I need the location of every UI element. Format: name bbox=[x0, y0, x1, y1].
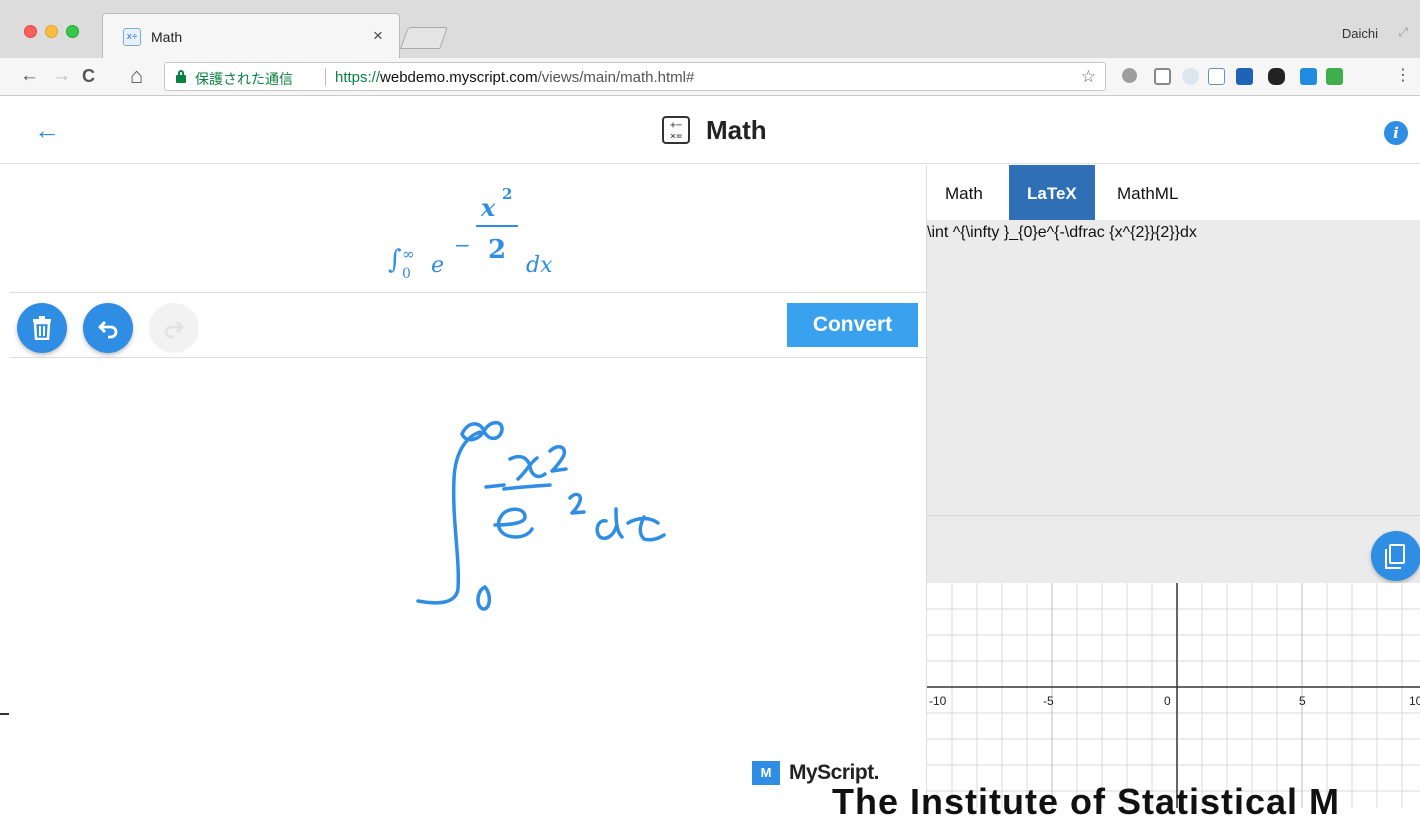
undo-icon bbox=[96, 320, 120, 345]
page-title: Math bbox=[706, 115, 767, 145]
graph-grid bbox=[927, 583, 1420, 808]
back-icon[interactable]: ← bbox=[20, 65, 39, 87]
redo-icon bbox=[162, 320, 186, 345]
x-tick-label: -10 bbox=[929, 694, 947, 708]
maximize-window-button[interactable] bbox=[66, 25, 79, 38]
handwritten-ink bbox=[416, 420, 666, 611]
trash-icon bbox=[31, 316, 53, 345]
home-icon[interactable]: ⌂ bbox=[130, 65, 143, 87]
app-header: ← +− ×= Math i bbox=[0, 97, 1420, 164]
url-scheme: https:// bbox=[335, 69, 381, 86]
extension-m-icon[interactable] bbox=[1300, 68, 1317, 85]
formula-differential: dx bbox=[526, 253, 553, 278]
formula-denominator: 2 bbox=[488, 235, 507, 265]
minimize-window-button[interactable] bbox=[45, 25, 58, 38]
fullscreen-icon[interactable]: ⤢ bbox=[1398, 25, 1408, 40]
result-preview: ∫ ∞ 0 e − x 2 2 dx bbox=[10, 165, 926, 293]
extension-bubble-icon[interactable] bbox=[1122, 68, 1137, 83]
browser-tab-math[interactable]: x÷ Math × bbox=[102, 13, 400, 58]
app-back-icon[interactable]: ← bbox=[34, 115, 60, 146]
tab-latex[interactable]: LaTeX bbox=[1009, 165, 1095, 220]
url-host: webdemo.myscript.com bbox=[380, 69, 538, 86]
function-graph[interactable]: -10 -5 0 5 10 bbox=[927, 583, 1420, 808]
formula-base: e bbox=[431, 253, 445, 278]
edit-toolbar: Convert bbox=[10, 294, 926, 358]
formula-numerator-exponent: 2 bbox=[502, 185, 513, 203]
browser-menu-icon[interactable]: ⋮ bbox=[1395, 65, 1411, 85]
formula-lower-limit: 0 bbox=[402, 266, 411, 282]
extension-download-icon[interactable] bbox=[1208, 68, 1225, 85]
browser-titlebar: x÷ Math × Daichi ⤢ bbox=[0, 0, 1420, 58]
url-text[interactable]: https://webdemo.myscript.com/views/main/… bbox=[335, 69, 694, 86]
x-tick-label: 0 bbox=[1164, 694, 1171, 708]
formula-minus: − bbox=[454, 233, 471, 257]
edge-marker bbox=[0, 713, 9, 715]
close-window-button[interactable] bbox=[24, 25, 37, 38]
undo-button[interactable] bbox=[83, 303, 133, 353]
result-panel: Math LaTeX MathML \int ^{\infty }_{0}e^{… bbox=[926, 165, 1420, 808]
x-tick-label: 10 bbox=[1409, 694, 1420, 708]
formula-upper-limit: ∞ bbox=[402, 245, 415, 263]
tab-mathml[interactable]: MathML bbox=[1099, 165, 1196, 220]
math-app-icon: x÷ bbox=[123, 28, 141, 46]
redo-button[interactable] bbox=[149, 303, 199, 353]
extension-glasses-icon[interactable] bbox=[1268, 68, 1285, 85]
forward-icon[interactable]: → bbox=[52, 65, 71, 87]
extension-hw-icon[interactable] bbox=[1326, 68, 1343, 85]
lock-icon bbox=[176, 70, 186, 83]
formula-numerator: x bbox=[481, 193, 496, 222]
profile-name[interactable]: Daichi bbox=[1342, 26, 1378, 41]
math-logo-icon: +− ×= bbox=[662, 116, 690, 144]
convert-button[interactable]: Convert bbox=[787, 303, 918, 347]
url-separator bbox=[325, 68, 326, 86]
formula-fraction-bar bbox=[476, 225, 518, 227]
x-tick-label: 5 bbox=[1299, 694, 1306, 708]
handwriting-canvas[interactable]: M MyScript. bbox=[10, 359, 926, 808]
reload-icon[interactable]: C bbox=[82, 65, 95, 87]
new-tab-button[interactable] bbox=[399, 27, 449, 49]
close-tab-icon[interactable]: × bbox=[373, 26, 383, 46]
x-tick-label: -5 bbox=[1043, 694, 1054, 708]
panel-divider bbox=[927, 515, 1420, 516]
extension-chart-icon[interactable] bbox=[1236, 68, 1253, 85]
bookmark-star-icon[interactable]: ☆ bbox=[1081, 67, 1096, 87]
formula-integral: ∫ bbox=[388, 245, 402, 275]
delete-button[interactable] bbox=[17, 303, 67, 353]
browser-toolbar: ← → C ⌂ 保護された通信 https://webdemo.myscript… bbox=[0, 58, 1420, 96]
secure-label: 保護された通信 bbox=[195, 71, 293, 87]
address-bar[interactable]: 保護された通信 https://webdemo.myscript.com/vie… bbox=[164, 62, 1106, 91]
overlay-caption: The Institute of Statistical M bbox=[832, 781, 1341, 822]
url-path: /views/main/math.html# bbox=[537, 69, 695, 86]
extension-translate-icon[interactable] bbox=[1154, 68, 1171, 85]
latex-output[interactable]: \int ^{\infty }_{0}e^{-\dfrac {x^{2}}{2}… bbox=[927, 224, 1197, 242]
info-icon[interactable]: i bbox=[1384, 121, 1408, 145]
format-tabs: Math LaTeX MathML bbox=[927, 165, 1420, 220]
tab-math[interactable]: Math bbox=[927, 165, 1001, 220]
rendered-formula: ∫ ∞ 0 e − x 2 2 dx bbox=[388, 175, 588, 285]
copy-button[interactable] bbox=[1371, 531, 1420, 581]
myscript-logo-icon: M bbox=[752, 761, 780, 785]
extension-link-icon[interactable] bbox=[1182, 68, 1199, 85]
tab-title: Math bbox=[151, 29, 183, 45]
